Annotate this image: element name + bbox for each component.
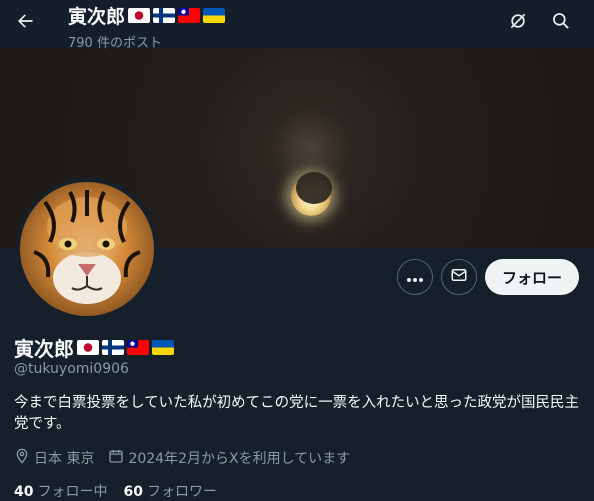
avatar[interactable] xyxy=(16,178,158,320)
location-pin-icon xyxy=(14,448,30,468)
follow-counts: 40 フォロー中 60 フォロワー xyxy=(14,481,217,501)
calendar-icon xyxy=(108,448,124,468)
profile-bio: 今まで白票投票をしていた私が初めてこの党に一票を入れたいと思った政党が国民民主党… xyxy=(14,395,580,432)
profile-handle: @tukuyomi0906 xyxy=(14,361,129,377)
header-title-block: 寅次郎 790 件のポスト xyxy=(68,2,226,51)
taiwan-flag xyxy=(127,340,149,355)
arrow-left-icon xyxy=(15,11,35,35)
profile-name-row: 寅次郎 xyxy=(14,333,174,362)
grok-button[interactable] xyxy=(503,8,533,38)
taiwan-flag xyxy=(178,8,201,23)
moon-shadow xyxy=(296,172,332,204)
following-count: 40 xyxy=(14,484,34,500)
following-link[interactable]: 40 フォロー中 xyxy=(14,481,107,501)
following-label: フォロー中 xyxy=(37,484,108,500)
location-text: 日本 東京 xyxy=(34,451,95,467)
followers-count: 60 xyxy=(123,484,143,500)
follow-button[interactable]: フォロー xyxy=(485,259,579,295)
finland-flag xyxy=(153,8,176,23)
more-icon xyxy=(406,268,424,287)
followers-link[interactable]: 60 フォロワー xyxy=(123,481,216,501)
header-name: 寅次郎 xyxy=(68,6,126,28)
location-item: 日本 東京 xyxy=(14,448,94,468)
profile-meta: 日本 東京 2024年2月からXを利用しています xyxy=(14,448,364,468)
profile-name: 寅次郎 xyxy=(14,337,74,361)
finland-flag xyxy=(102,340,124,355)
grok-icon xyxy=(508,11,528,35)
ukraine-flag xyxy=(152,340,174,355)
joined-text: 2024年2月からXを利用しています xyxy=(128,451,351,467)
post-count: 790 件のポスト xyxy=(68,36,162,51)
mail-icon xyxy=(450,266,468,288)
message-button[interactable] xyxy=(441,259,477,295)
ukraine-flag xyxy=(203,8,226,23)
more-button[interactable] xyxy=(397,259,433,295)
japan-flag xyxy=(128,8,151,23)
search-button[interactable] xyxy=(546,8,576,38)
back-button[interactable] xyxy=(8,6,42,40)
followers-label: フォロワー xyxy=(146,484,217,500)
search-icon xyxy=(551,11,571,35)
joined-item: 2024年2月からXを利用しています xyxy=(108,448,350,468)
top-bar: 寅次郎 790 件のポスト xyxy=(0,0,594,51)
japan-flag xyxy=(77,340,99,355)
